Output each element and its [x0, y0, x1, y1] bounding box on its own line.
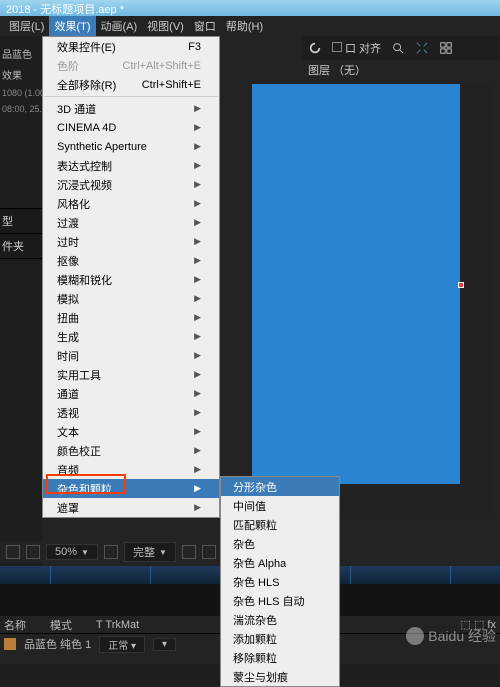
- channel-toggle-icon[interactable]: [26, 545, 40, 559]
- menu-item-transition[interactable]: 过渡▶: [43, 213, 219, 232]
- res-icon[interactable]: [104, 545, 118, 559]
- menu-help[interactable]: 帮助(H): [221, 16, 268, 36]
- layer-panel-title: 图层 （无）: [302, 60, 500, 80]
- panel-tab[interactable]: 件夹: [0, 234, 42, 259]
- menu-item-generate[interactable]: 生成▶: [43, 327, 219, 346]
- window-titlebar: 2018 - 无标题项目.aep *: [0, 0, 500, 16]
- quality-select[interactable]: 完整▼: [124, 542, 176, 562]
- grid-toggle-icon[interactable]: [202, 545, 216, 559]
- menu-item-channel[interactable]: 通道▶: [43, 384, 219, 403]
- menu-window[interactable]: 窗口: [189, 16, 221, 36]
- camera-icon[interactable]: [182, 545, 196, 559]
- submenu-item-noise-hls-auto[interactable]: 杂色 HLS 自动: [221, 591, 339, 610]
- grid-icon[interactable]: [439, 41, 453, 55]
- menu-item-utility[interactable]: 实用工具▶: [43, 365, 219, 384]
- menu-item-simulation[interactable]: 模拟▶: [43, 289, 219, 308]
- menu-item-text[interactable]: 文本▶: [43, 422, 219, 441]
- menu-effect[interactable]: 效果(T): [49, 16, 95, 36]
- submenu-item-match-grain[interactable]: 匹配颗粒: [221, 515, 339, 534]
- submenu-item-dust-scratches[interactable]: 蒙尘与划痕: [221, 667, 339, 686]
- comp-canvas[interactable]: [252, 84, 460, 484]
- menu-item-distort[interactable]: 扭曲▶: [43, 308, 219, 327]
- menu-animation[interactable]: 动画(A): [96, 16, 143, 36]
- sidebar-label: 效果: [2, 67, 40, 82]
- toolbar-right: 口 对齐: [302, 36, 500, 60]
- composition-viewport[interactable]: [252, 84, 492, 514]
- alpha-toggle-icon[interactable]: [6, 545, 20, 559]
- noise-grain-submenu: 分形杂色 中间值 匹配颗粒 杂色 杂色 Alpha 杂色 HLS 杂色 HLS …: [220, 476, 340, 687]
- menu-item-3d-channel[interactable]: 3D 通道▶: [43, 99, 219, 118]
- col-trkmat: T TrkMat: [96, 619, 139, 631]
- col-mode: 模式: [50, 617, 72, 633]
- menu-item-obsolete[interactable]: 过时▶: [43, 232, 219, 251]
- panel-tab[interactable]: 型: [0, 209, 42, 234]
- sidebar-res: 1080 (1.00): [2, 88, 40, 98]
- menu-item-expression-controls[interactable]: 表达式控制▶: [43, 156, 219, 175]
- layer-name: 品蓝色 纯色 1: [24, 636, 91, 652]
- menu-item-matte[interactable]: 遮罩▶: [43, 498, 219, 517]
- menu-view[interactable]: 视图(V): [142, 16, 189, 36]
- snap-toggle[interactable]: 口 对齐: [332, 40, 381, 56]
- sidebar-dur: 08:00, 25.00: [2, 104, 40, 114]
- menu-item-color-correction[interactable]: 颜色校正▶: [43, 441, 219, 460]
- menu-item-noise-grain[interactable]: 杂色和颗粒▶: [43, 479, 219, 498]
- menu-item-audio[interactable]: 音频▶: [43, 460, 219, 479]
- transform-handle[interactable]: [458, 282, 464, 288]
- workspace: 品蓝色 效果 1080 (1.00) 08:00, 25.00 型 件夹 口 对…: [0, 36, 500, 664]
- submenu-item-median[interactable]: 中间值: [221, 496, 339, 515]
- menu-item-immersive-video[interactable]: 沉浸式视频▶: [43, 175, 219, 194]
- submenu-item-noise-alpha[interactable]: 杂色 Alpha: [221, 553, 339, 572]
- sidebar-label: 品蓝色: [2, 46, 40, 61]
- menu-item-time[interactable]: 时间▶: [43, 346, 219, 365]
- search-icon[interactable]: [391, 41, 405, 55]
- menu-item-levels[interactable]: 色阶Ctrl+Alt+Shift+E: [43, 56, 219, 75]
- menu-item-synthetic-aperture[interactable]: Synthetic Aperture▶: [43, 137, 219, 156]
- expand-icon[interactable]: [415, 41, 429, 55]
- zoom-select[interactable]: 50%▼: [46, 544, 98, 560]
- rotate-icon[interactable]: [308, 41, 322, 55]
- submenu-item-noise-hls[interactable]: 杂色 HLS: [221, 572, 339, 591]
- submenu-item-add-grain[interactable]: 添加颗粒: [221, 629, 339, 648]
- effects-menu: 效果控件(E)F3 色阶Ctrl+Alt+Shift+E 全部移除(R)Ctrl…: [42, 36, 220, 518]
- menu-item-stylize[interactable]: 风格化▶: [43, 194, 219, 213]
- menu-item-blur-sharpen[interactable]: 模糊和锐化▶: [43, 270, 219, 289]
- trkmat-select[interactable]: ▾: [153, 638, 176, 651]
- menu-item-cinema4d[interactable]: CINEMA 4D▶: [43, 118, 219, 137]
- menu-item-remove-all[interactable]: 全部移除(R)Ctrl+Shift+E: [43, 75, 219, 94]
- submenu-item-fractal-noise[interactable]: 分形杂色: [221, 477, 339, 496]
- menu-item-effect-controls[interactable]: 效果控件(E)F3: [43, 37, 219, 56]
- submenu-item-turbulent-noise[interactable]: 湍流杂色: [221, 610, 339, 629]
- panel-divider: 型 件夹: [0, 208, 42, 262]
- submenu-item-noise[interactable]: 杂色: [221, 534, 339, 553]
- submenu-item-remove-grain[interactable]: 移除颗粒: [221, 648, 339, 667]
- menu-item-perspective[interactable]: 透视▶: [43, 403, 219, 422]
- menu-item-keying[interactable]: 抠像▶: [43, 251, 219, 270]
- blend-mode-select[interactable]: 正常 ▾: [99, 636, 145, 653]
- col-name: 名称: [4, 617, 26, 633]
- layer-color-swatch[interactable]: [4, 638, 16, 650]
- app-menubar: 图层(L) 效果(T) 动画(A) 视图(V) 窗口 帮助(H): [0, 16, 500, 36]
- menu-layer[interactable]: 图层(L): [4, 16, 49, 36]
